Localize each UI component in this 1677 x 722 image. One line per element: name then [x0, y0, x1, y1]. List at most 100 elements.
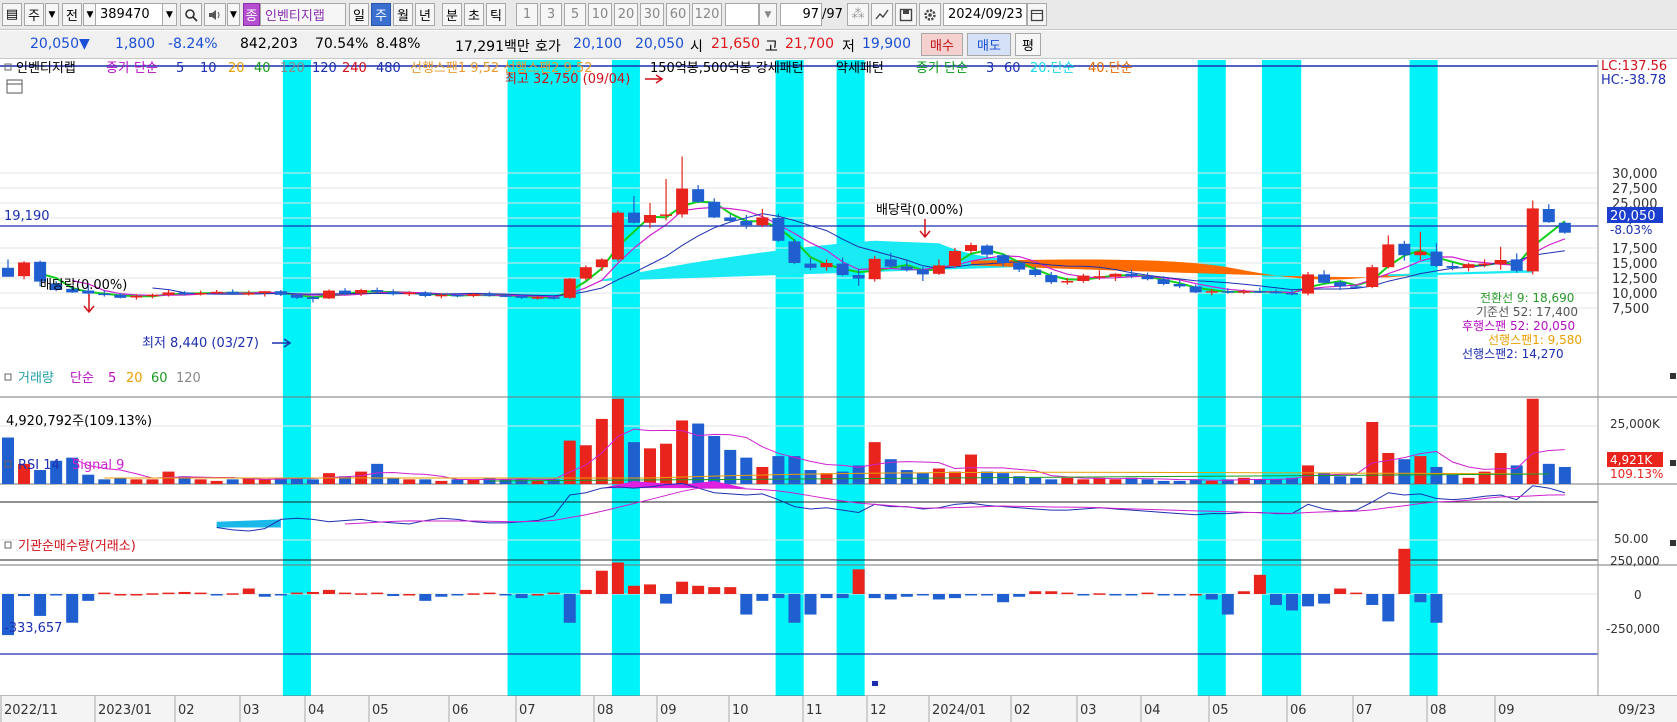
panel-collapse-icon[interactable] — [1670, 373, 1676, 379]
institution-bar — [515, 594, 528, 599]
volume-bar — [1414, 456, 1427, 484]
panel-collapse-icon[interactable] — [1670, 460, 1676, 466]
institution-bar — [258, 594, 271, 597]
candle-body — [515, 296, 528, 298]
candle-body — [692, 189, 705, 202]
volume-bar — [788, 456, 801, 484]
sell-button[interactable]: 매도 — [967, 33, 1011, 56]
institution-bar — [900, 594, 913, 597]
indicator-icon[interactable]: ⁂ — [847, 3, 869, 26]
price-axis-tick: 7,500 — [1612, 302, 1649, 317]
volume-bar — [804, 470, 817, 484]
institution-bar — [1350, 592, 1363, 595]
tab-month[interactable]: 월 — [393, 3, 413, 26]
buy-button[interactable]: 매수 — [921, 33, 963, 56]
ask-price: 20,100 — [573, 36, 622, 52]
tab-week[interactable]: 주 — [371, 3, 391, 26]
x-axis-label: 08 — [597, 703, 614, 718]
institution-bar — [18, 594, 31, 597]
annotation-dividend-2: 배당락(0.00%) — [876, 203, 963, 218]
institution-bar — [1205, 594, 1218, 600]
period-selector[interactable]: 주 — [24, 3, 44, 26]
x-axis-label: 07 — [1356, 703, 1373, 718]
count-1[interactable]: 1 — [516, 3, 538, 26]
count-120[interactable]: 120 — [692, 3, 722, 26]
count-60[interactable]: 60 — [666, 3, 690, 26]
speaker-dropdown-icon[interactable]: ▼ — [227, 3, 240, 26]
calendar-icon[interactable] — [1027, 3, 1047, 26]
institution-bar — [34, 594, 47, 616]
count-10[interactable]: 10 — [588, 3, 612, 26]
candle-body — [387, 291, 400, 295]
search-icon[interactable] — [180, 3, 202, 26]
trend-icon[interactable] — [871, 3, 893, 26]
legend-ma-20: 20 — [228, 61, 245, 76]
volume-label: 거래량 — [18, 371, 54, 386]
count-30[interactable]: 30 — [640, 3, 664, 26]
candle-body — [1462, 264, 1475, 268]
institution-value: -333,657 — [4, 621, 62, 636]
candle-body — [627, 212, 640, 223]
tab-minute[interactable]: 분 — [442, 3, 462, 26]
panel-collapse-icon[interactable] — [1670, 540, 1676, 546]
x-axis-right-label: 09/23 — [1618, 703, 1655, 718]
period-dropdown-icon[interactable]: ▼ — [45, 3, 59, 26]
legend-ma-240: 240 — [342, 61, 367, 76]
chart-area[interactable]: 인벤티지랩 종가 단순 5 10 20 40 120 120 240 480 선… — [0, 60, 1677, 722]
legend-ma-5: 5 — [176, 61, 184, 76]
count-20[interactable]: 20 — [614, 3, 638, 26]
highlight-band — [282, 60, 311, 696]
volume-bar — [1462, 477, 1475, 484]
toolbar-menu-icon[interactable]: ▤ — [2, 3, 22, 26]
institution-bar — [531, 594, 544, 596]
stock-name[interactable]: 인벤티지랩 — [260, 3, 346, 26]
stock-code-input[interactable]: 389470 — [95, 3, 163, 26]
candle-body — [900, 266, 913, 270]
grid-toggle-icon[interactable] — [6, 79, 23, 94]
speaker-icon[interactable] — [204, 3, 226, 26]
volume-bar — [210, 480, 223, 484]
price-change: 1,800 — [115, 36, 156, 52]
candle-body — [1029, 269, 1042, 275]
candle-body — [1286, 293, 1298, 295]
custom-count-input[interactable] — [725, 3, 759, 26]
open-label: 시 — [690, 39, 703, 55]
volume-bar — [965, 454, 977, 484]
institution-bar — [114, 594, 127, 596]
legend-ma-10: 10 — [200, 61, 217, 76]
x-axis-label: 05 — [372, 703, 389, 718]
tab-day[interactable]: 일 — [349, 3, 369, 26]
x-axis-label: 03 — [243, 703, 260, 718]
legend-ma-120b: 120 — [312, 61, 337, 76]
institution-bar — [1269, 594, 1282, 605]
save-icon[interactable] — [895, 3, 917, 26]
tab-year[interactable]: 년 — [415, 3, 435, 26]
prev-button[interactable]: 전 — [62, 3, 82, 26]
candle-body — [162, 292, 175, 295]
x-axis-label: 09 — [660, 703, 677, 718]
display-count-input[interactable]: 97 — [780, 3, 822, 26]
count-5[interactable]: 5 — [564, 3, 586, 26]
gear-icon[interactable] — [919, 3, 941, 26]
volume-bar — [547, 479, 560, 484]
institution-bar — [323, 589, 335, 594]
volume-bar — [531, 480, 544, 484]
institution-bar — [547, 592, 560, 595]
count-3[interactable]: 3 — [540, 3, 562, 26]
institution-tick-zero: 0 — [1634, 588, 1642, 602]
candle-body — [868, 258, 881, 280]
low-price: 19,900 — [862, 36, 911, 52]
candle-body — [306, 297, 319, 299]
volume-bar — [435, 480, 448, 484]
candle-body — [130, 296, 143, 298]
pyeong-button[interactable]: 평 — [1015, 33, 1041, 56]
tab-second[interactable]: 초 — [464, 3, 484, 26]
price-axis-tick: 10,000 — [1612, 287, 1658, 302]
code-dropdown-icon[interactable]: ▼ — [162, 3, 177, 26]
date-input[interactable]: 2024/09/23 — [943, 3, 1027, 26]
stock-type-badge[interactable]: 종 — [243, 3, 260, 26]
custom-count-dropdown-icon[interactable]: ▼ — [759, 3, 777, 26]
institution-bar — [563, 594, 576, 623]
tab-tick[interactable]: 틱 — [486, 3, 506, 26]
volume-bar — [1350, 477, 1363, 484]
